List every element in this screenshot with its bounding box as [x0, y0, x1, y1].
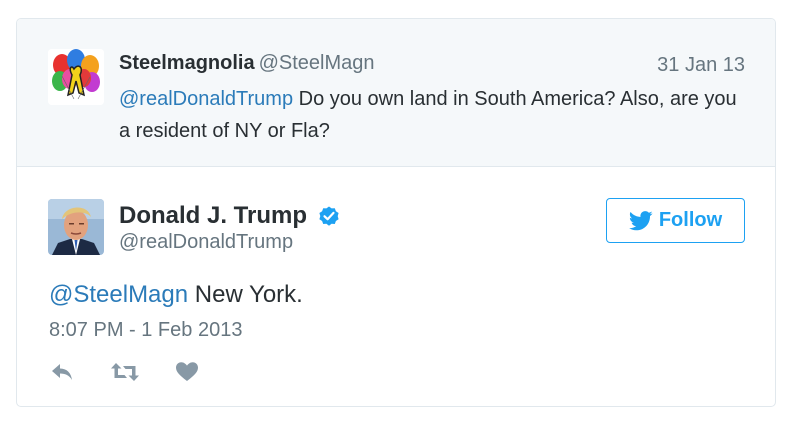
follow-button[interactable]: Follow [606, 198, 745, 243]
reply-icon [52, 364, 72, 380]
twitter-bird-icon [628, 210, 653, 230]
reply-context-header: Steelmagnolia @SteelMagn [119, 51, 375, 75]
embedded-tweet-card: Steelmagnolia @SteelMagn 31 Jan 13 @realD… [16, 18, 776, 407]
reply-date[interactable]: 31 Jan 13 [657, 54, 745, 77]
verified-badge-icon [319, 206, 339, 226]
trump-avatar[interactable] [48, 199, 104, 255]
heart-icon [176, 362, 198, 381]
reply-text: @realDonaldTrump Do you own land in Sout… [119, 83, 739, 147]
tweet-author-handle[interactable]: @realDonaldTrump [119, 229, 293, 255]
tweet-author-name[interactable]: Donald J. Trump [119, 201, 341, 231]
follow-button-label[interactable]: Follow [659, 209, 722, 232]
reply-button[interactable] [49, 361, 75, 383]
tweet-body: New York. [188, 281, 303, 308]
tweet-timestamp[interactable]: 8:07 PM - 1 Feb 2013 [49, 317, 242, 343]
tweet-mention-link[interactable]: @SteelMagn [49, 281, 188, 308]
tweet-actions [49, 361, 234, 383]
retweet-icon [111, 363, 139, 381]
reply-author-handle[interactable]: @SteelMagn [259, 52, 375, 74]
tweet-text: @SteelMagn New York. [49, 279, 303, 311]
reply-context: Steelmagnolia @SteelMagn 31 Jan 13 @realD… [17, 19, 775, 167]
reply-author-name[interactable]: Steelmagnolia [119, 52, 255, 74]
like-button[interactable] [175, 361, 199, 383]
tweet-author-name-text[interactable]: Donald J. Trump [119, 201, 307, 231]
retweet-button[interactable] [110, 361, 140, 383]
steelmagnolia-avatar[interactable] [48, 49, 104, 105]
reply-mention-link[interactable]: @realDonaldTrump [119, 88, 293, 110]
